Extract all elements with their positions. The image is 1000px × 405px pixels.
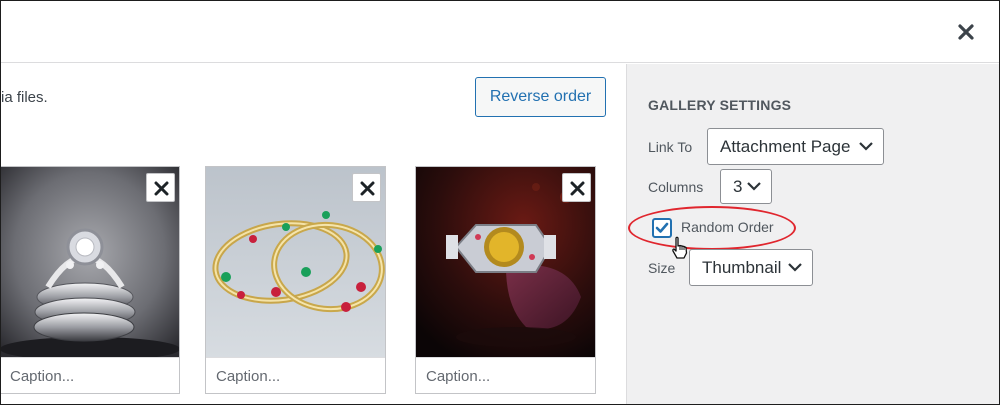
chevron-down-icon [747, 182, 761, 191]
caption-field[interactable]: Caption... [1, 357, 179, 393]
remove-image-button[interactable] [562, 173, 591, 202]
columns-select[interactable]: 3 [720, 169, 772, 204]
remove-image-button[interactable] [352, 173, 381, 202]
random-order-checkbox[interactable] [652, 218, 672, 238]
gallery-edit-area: ia files. Reverse order Caption... Capti… [1, 64, 626, 404]
size-value: Thumbnail [702, 258, 782, 277]
reverse-order-button[interactable]: Reverse order [475, 77, 606, 117]
checkmark-icon [655, 222, 669, 233]
link-to-select[interactable]: Attachment Page [707, 128, 884, 165]
chevron-down-icon [788, 263, 802, 272]
gallery-settings-title: GALLERY SETTINGS [648, 97, 792, 113]
chevron-down-icon [859, 142, 873, 151]
modal-header [1, 1, 999, 63]
size-select[interactable]: Thumbnail [689, 249, 813, 286]
caption-field[interactable]: Caption... [206, 357, 385, 393]
link-to-label: Link To [648, 139, 693, 155]
size-label: Size [648, 260, 676, 276]
gallery-item-bangles[interactable]: Caption... [205, 166, 386, 394]
intro-text: ia files. [1, 89, 48, 106]
gallery-item-watch[interactable]: Caption... [415, 166, 596, 394]
gallery-modal: ia files. Reverse order Caption... Capti… [0, 0, 1000, 405]
random-order-label: Random Order [681, 219, 774, 235]
remove-image-button[interactable] [146, 173, 175, 202]
gallery-item-rings[interactable]: Caption... [1, 166, 180, 394]
link-to-value: Attachment Page [720, 137, 851, 156]
close-icon[interactable] [955, 21, 977, 43]
hand-pointer-icon [672, 236, 688, 259]
columns-value: 3 [733, 177, 743, 196]
gallery-settings-sidebar: GALLERY SETTINGS Link To Attachment Page… [626, 64, 999, 404]
columns-label: Columns [648, 179, 704, 195]
caption-field[interactable]: Caption... [416, 357, 595, 393]
